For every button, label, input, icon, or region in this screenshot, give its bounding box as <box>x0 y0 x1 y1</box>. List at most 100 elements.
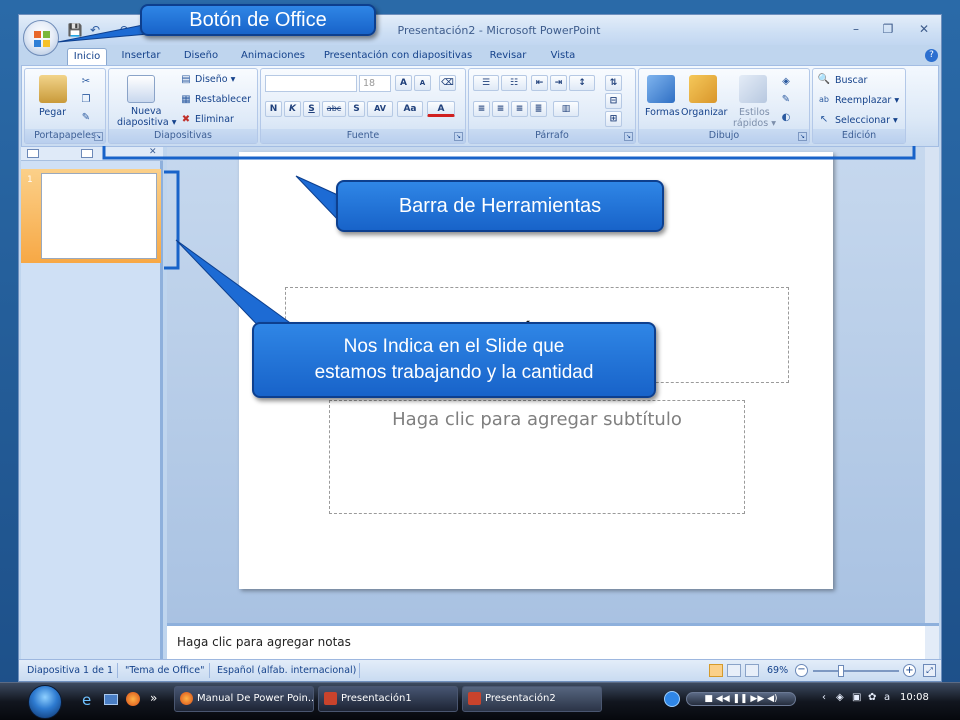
smartart-icon[interactable]: ⊞ <box>605 111 622 127</box>
tab-revisar[interactable]: Revisar <box>485 48 531 65</box>
reset-icon[interactable]: ▦ <box>179 93 193 106</box>
font-size-combo[interactable]: 18 <box>359 75 391 92</box>
taskbar-item[interactable]: Manual De Power Poin... <box>174 686 314 712</box>
find-button[interactable]: Buscar <box>835 75 867 86</box>
increase-indent-icon[interactable]: ⇥ <box>550 75 567 91</box>
shape-fill-icon[interactable]: ◈ <box>779 75 793 88</box>
arrange-icon[interactable] <box>689 75 717 103</box>
select-button[interactable]: Seleccionar ▾ <box>835 115 898 126</box>
reset-button[interactable]: Restablecer <box>195 94 251 105</box>
format-painter-icon[interactable]: ✎ <box>79 111 93 124</box>
new-slide-label-2[interactable]: diapositiva ▾ <box>117 117 177 128</box>
antivirus-icon[interactable]: a <box>884 692 890 703</box>
save-icon[interactable]: 💾 <box>67 23 83 37</box>
display-icon[interactable]: ▣ <box>852 692 861 703</box>
cut-icon[interactable]: ✂ <box>79 75 93 88</box>
quick-styles-label-1[interactable]: Estilos <box>739 107 770 118</box>
arrange-button[interactable]: Organizar <box>681 107 727 118</box>
bullets-icon[interactable]: ☰ <box>473 75 499 91</box>
close-panel-icon[interactable]: ✕ <box>149 147 157 157</box>
strikethrough-button[interactable]: abc <box>322 101 346 117</box>
new-slide-label-1[interactable]: Nueva <box>131 106 161 117</box>
media-controls[interactable]: ■ ◀◀ ❚❚ ▶▶ ◀) <box>686 692 796 706</box>
copy-icon[interactable]: ❐ <box>79 93 93 106</box>
font-name-combo[interactable] <box>265 75 357 92</box>
numbering-icon[interactable]: ☷ <box>501 75 527 91</box>
paste-icon[interactable] <box>39 75 67 103</box>
undo-icon[interactable]: ↶ <box>87 23 103 37</box>
media-player-icon[interactable] <box>664 691 680 707</box>
zoom-slider[interactable] <box>813 670 899 672</box>
bold-button[interactable]: N <box>265 101 282 117</box>
new-slide-icon[interactable] <box>127 75 155 103</box>
shape-outline-icon[interactable]: ✎ <box>779 93 793 106</box>
more-icon[interactable]: » <box>150 691 157 705</box>
vertical-scrollbar[interactable] <box>925 147 939 623</box>
text-direction-icon[interactable]: ⇅ <box>605 75 622 91</box>
align-text-icon[interactable]: ⊟ <box>605 93 622 109</box>
tab-presentacion[interactable]: Presentación con diapositivas <box>323 48 473 65</box>
font-color-button[interactable]: A <box>427 101 455 117</box>
notes-placeholder[interactable]: Haga clic para agregar notas <box>177 635 351 649</box>
find-icon[interactable]: 🔍 <box>817 73 831 86</box>
dialog-launcher-icon[interactable]: ↘ <box>624 132 633 141</box>
network-icon[interactable]: ◈ <box>836 692 844 703</box>
messenger-icon[interactable]: ✿ <box>868 692 876 703</box>
shapes-button[interactable]: Formas <box>645 107 680 118</box>
close-button[interactable]: ✕ <box>913 20 935 38</box>
tab-vista[interactable]: Vista <box>543 48 583 65</box>
subtitle-placeholder[interactable]: Haga clic para agregar subtítulo <box>329 400 745 514</box>
shape-effects-icon[interactable]: ◐ <box>779 111 793 124</box>
layout-button[interactable]: Diseño ▾ <box>195 74 235 85</box>
shrink-font-button[interactable]: A <box>414 75 431 91</box>
status-language[interactable]: Español (alfab. internacional) <box>217 665 356 676</box>
shapes-icon[interactable] <box>647 75 675 103</box>
columns-icon[interactable]: ▥ <box>553 101 579 117</box>
ie-icon[interactable]: e <box>82 691 91 709</box>
office-button[interactable] <box>23 20 59 56</box>
shadow-button[interactable]: S <box>348 101 365 117</box>
paste-button[interactable]: Pegar <box>39 107 66 118</box>
redo-icon[interactable]: ↷ <box>117 23 133 37</box>
clock[interactable]: 10:08 <box>900 692 929 703</box>
quick-styles-icon[interactable] <box>739 75 767 103</box>
slide-sorter-icon[interactable] <box>727 664 741 677</box>
italic-button[interactable]: K <box>284 101 301 117</box>
align-right-icon[interactable]: ≡ <box>511 101 528 117</box>
align-center-icon[interactable]: ≡ <box>492 101 509 117</box>
align-left-icon[interactable]: ≡ <box>473 101 490 117</box>
taskbar-item[interactable]: Presentación1 <box>318 686 458 712</box>
tab-animaciones[interactable]: Animaciones <box>237 48 309 65</box>
tab-slides-icon[interactable] <box>27 149 39 158</box>
notes-scrollbar[interactable] <box>925 626 939 659</box>
tab-insertar[interactable]: Insertar <box>115 48 167 65</box>
dialog-launcher-icon[interactable]: ↘ <box>454 132 463 141</box>
dialog-launcher-icon[interactable]: ↘ <box>798 132 807 141</box>
normal-view-icon[interactable] <box>709 664 723 677</box>
replace-icon[interactable]: ab <box>817 93 831 106</box>
grow-font-button[interactable]: A <box>395 75 412 91</box>
slide-thumbnail[interactable] <box>41 173 157 259</box>
zoom-level[interactable]: 69% <box>767 665 788 676</box>
justify-icon[interactable]: ≣ <box>530 101 547 117</box>
tray-expand-icon[interactable]: ‹ <box>822 692 826 703</box>
delete-button[interactable]: Eliminar <box>195 114 234 125</box>
tab-inicio[interactable]: Inicio <box>67 48 107 65</box>
notes-pane[interactable]: Haga clic para agregar notas <box>167 623 939 659</box>
underline-button[interactable]: S <box>303 101 320 117</box>
clear-format-icon[interactable]: ⌫ <box>439 75 456 91</box>
replace-button[interactable]: Reemplazar ▾ <box>835 95 899 106</box>
layout-icon[interactable]: ▤ <box>179 73 193 86</box>
slideshow-icon[interactable] <box>745 664 759 677</box>
show-desktop-icon[interactable] <box>104 694 118 705</box>
quick-styles-label-2[interactable]: rápidos ▾ <box>733 118 776 129</box>
zoom-slider-thumb[interactable] <box>838 665 845 677</box>
fit-window-icon[interactable]: ⤢ <box>923 664 936 677</box>
char-spacing-button[interactable]: AV <box>367 101 393 117</box>
zoom-in-icon[interactable]: + <box>903 664 916 677</box>
zoom-out-icon[interactable]: − <box>795 664 808 677</box>
taskbar-item-active[interactable]: Presentación2 <box>462 686 602 712</box>
dialog-launcher-icon[interactable]: ↘ <box>94 132 103 141</box>
line-spacing-icon[interactable]: ↕ <box>569 75 595 91</box>
maximize-button[interactable]: ❐ <box>877 20 899 38</box>
